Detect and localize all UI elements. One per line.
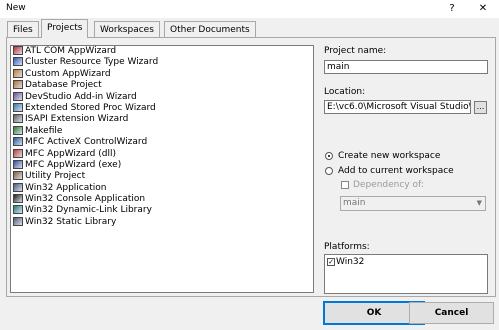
platforms-label: Platforms: bbox=[324, 242, 370, 252]
dependency-select-value: main bbox=[343, 198, 366, 208]
add-workspace-label[interactable]: Add to current workspace bbox=[338, 166, 454, 176]
tab-files[interactable]: Files bbox=[7, 21, 39, 37]
close-icon[interactable]: ✕ bbox=[468, 0, 498, 18]
utility-icon bbox=[13, 171, 23, 181]
list-item-label: Win32 Application bbox=[25, 182, 107, 193]
project-name-input[interactable]: main bbox=[324, 60, 488, 74]
list-item[interactable]: Win32 Dynamic-Link Library bbox=[11, 205, 313, 216]
tab-other-documents[interactable]: Other Documents bbox=[164, 21, 256, 37]
browse-button[interactable]: ... bbox=[474, 101, 487, 114]
title-bar: New ? ✕ bbox=[0, 0, 499, 18]
list-item[interactable]: Database Project bbox=[11, 80, 313, 91]
addin-icon bbox=[13, 91, 23, 101]
list-item-label: Makefile bbox=[25, 125, 63, 136]
list-item[interactable]: DevStudio Add-in Wizard bbox=[11, 91, 313, 103]
list-item[interactable]: Utility Project bbox=[11, 171, 313, 182]
list-item-label: ISAPI Extension Wizard bbox=[25, 114, 129, 125]
database-icon bbox=[13, 80, 23, 90]
mfc-dll-icon bbox=[13, 148, 23, 158]
list-item[interactable]: MFC AppWizard (exe) bbox=[11, 159, 313, 171]
cancel-button[interactable]: Cancel bbox=[409, 302, 494, 324]
location-label: Location: bbox=[324, 87, 366, 97]
chevron-down-icon: ▼ bbox=[476, 199, 482, 207]
list-item[interactable]: MFC ActiveX ControlWizard bbox=[11, 137, 313, 148]
list-item-label: MFC ActiveX ControlWizard bbox=[25, 137, 148, 148]
location-input[interactable]: E:\vc6.0\Microsoft Visual Studio\ bbox=[324, 100, 471, 114]
list-item[interactable]: Extended Stored Proc Wizard bbox=[11, 102, 313, 114]
list-item[interactable]: ISAPI Extension Wizard bbox=[11, 114, 313, 125]
project-type-list[interactable]: ATL COM AppWizard Cluster Resource Type W… bbox=[10, 45, 314, 293]
add-workspace-radio[interactable] bbox=[325, 167, 333, 175]
stored-proc-icon bbox=[13, 102, 23, 112]
project-name-label: Project name: bbox=[324, 46, 387, 56]
dll-icon bbox=[13, 205, 23, 215]
list-item-label: Cluster Resource Type Wizard bbox=[25, 57, 159, 68]
list-item[interactable]: Custom AppWizard bbox=[11, 68, 313, 80]
list-item-label: MFC AppWizard (exe) bbox=[25, 159, 122, 170]
list-item-label: Win32 Static Library bbox=[25, 216, 117, 227]
list-item-label: Extended Stored Proc Wizard bbox=[25, 102, 156, 113]
list-item[interactable]: Cluster Resource Type Wizard bbox=[11, 57, 313, 68]
dependency-label: Dependency of: bbox=[353, 180, 424, 190]
atl-icon bbox=[13, 46, 23, 55]
list-item-label: Utility Project bbox=[25, 171, 86, 182]
list-item[interactable]: MFC AppWizard (dll) bbox=[11, 148, 313, 160]
dependency-select[interactable]: main ▼ bbox=[340, 196, 486, 211]
window-title: New bbox=[6, 3, 26, 13]
list-item[interactable]: Makefile bbox=[11, 125, 313, 137]
list-item-label: ATL COM AppWizard bbox=[25, 46, 117, 56]
platform-item-win32[interactable]: ✓ Win32 bbox=[327, 257, 364, 267]
create-workspace-label[interactable]: Create new workspace bbox=[338, 151, 440, 161]
create-workspace-radio[interactable] bbox=[325, 152, 333, 160]
list-item-label: Win32 Dynamic-Link Library bbox=[25, 205, 152, 216]
list-item-label: Database Project bbox=[25, 80, 102, 91]
list-item-label: Win32 Console Application bbox=[25, 194, 146, 205]
mfc-exe-icon bbox=[13, 159, 23, 169]
makefile-icon bbox=[13, 125, 23, 135]
list-item-label: Custom AppWizard bbox=[25, 68, 111, 79]
tab-workspaces[interactable]: Workspaces bbox=[94, 21, 160, 37]
help-icon[interactable]: ? bbox=[437, 0, 467, 18]
console-icon bbox=[13, 194, 23, 204]
list-item[interactable]: ATL COM AppWizard bbox=[11, 46, 313, 57]
win32-app-icon bbox=[13, 182, 23, 192]
checkmark-icon[interactable]: ✓ bbox=[327, 257, 335, 266]
activex-icon bbox=[13, 137, 23, 147]
isapi-icon bbox=[13, 114, 23, 124]
list-item[interactable]: Win32 Static Library bbox=[11, 216, 313, 228]
cluster-icon bbox=[13, 57, 23, 67]
list-item-label: MFC AppWizard (dll) bbox=[25, 148, 116, 159]
platforms-list[interactable]: ✓ Win32 bbox=[324, 254, 488, 294]
custom-appwizard-icon bbox=[13, 68, 23, 78]
static-lib-icon bbox=[13, 216, 23, 226]
tab-projects[interactable]: Projects bbox=[41, 19, 89, 38]
list-item-label: DevStudio Add-in Wizard bbox=[25, 91, 137, 102]
list-item[interactable]: Win32 Application bbox=[11, 182, 313, 194]
list-item[interactable]: Win32 Console Application bbox=[11, 194, 313, 205]
dependency-checkbox[interactable] bbox=[341, 181, 349, 189]
